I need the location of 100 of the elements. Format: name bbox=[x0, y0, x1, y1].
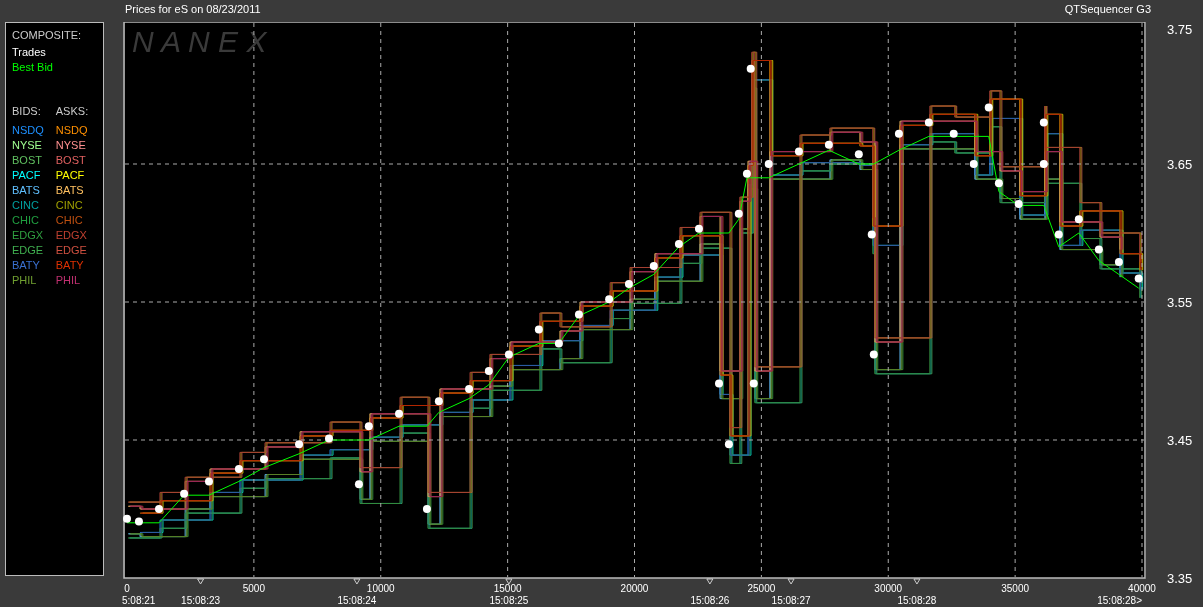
x-tick-label: 40000 bbox=[1128, 583, 1156, 594]
time-label: 15:08:28> bbox=[1097, 595, 1142, 606]
trade-point bbox=[260, 455, 268, 464]
x-tick-label: 10000 bbox=[366, 583, 395, 594]
time-label: 5:08:21 bbox=[122, 595, 156, 606]
logo: N A N E X bbox=[132, 25, 267, 58]
product-name: QTSequencer G3 bbox=[1064, 3, 1151, 17]
trade-point bbox=[295, 440, 304, 449]
triangle-icon bbox=[706, 578, 714, 585]
trade-point bbox=[434, 397, 443, 406]
legend-heading: BIDS: bbox=[12, 105, 42, 117]
trade-point bbox=[1134, 274, 1143, 283]
x-tick-label: 5000 bbox=[242, 583, 265, 594]
trade-point bbox=[1114, 258, 1123, 266]
trade-point bbox=[949, 129, 958, 138]
x-tick-label: 0 bbox=[124, 583, 130, 594]
trade-point bbox=[649, 262, 658, 271]
legend-item: EDGE bbox=[12, 243, 44, 258]
trade-point bbox=[534, 325, 543, 334]
y-tick-label: 3.75 bbox=[1167, 22, 1193, 37]
triangle-icon bbox=[353, 578, 361, 585]
trade-point bbox=[734, 209, 743, 218]
legend-item: CINC bbox=[55, 198, 84, 213]
legend-item: PHIL bbox=[12, 273, 38, 288]
trade-point bbox=[465, 384, 474, 393]
trade-point bbox=[746, 64, 755, 73]
triangle-icon bbox=[505, 578, 513, 585]
trade-point bbox=[554, 339, 563, 348]
legend-heading: ASKS: bbox=[55, 105, 89, 117]
trade-point bbox=[1074, 215, 1083, 224]
triangle-icon bbox=[913, 578, 921, 585]
legend-heading: COMPOSITE: bbox=[12, 29, 83, 41]
trade-point bbox=[715, 379, 723, 388]
trade-point bbox=[154, 505, 163, 513]
legend-item: NYSE bbox=[55, 138, 87, 153]
trade-point bbox=[1014, 200, 1023, 208]
y-tick-label: 3.35 bbox=[1167, 571, 1193, 586]
x-tick-label: 35000 bbox=[1001, 583, 1030, 594]
trade-point bbox=[234, 465, 243, 473]
x-tick-label: 30000 bbox=[874, 583, 903, 594]
trade-point bbox=[354, 480, 363, 489]
legend-item: BATS bbox=[12, 183, 41, 198]
trade-point bbox=[749, 379, 758, 388]
trade-point bbox=[742, 169, 751, 178]
trade-point bbox=[325, 434, 333, 443]
trade-point bbox=[504, 350, 513, 359]
legend-item: EDGX bbox=[12, 228, 44, 243]
trade-point bbox=[724, 440, 733, 449]
legend-item: CHIC bbox=[55, 213, 84, 228]
trade-point bbox=[674, 240, 683, 249]
legend-item: NYSE bbox=[12, 138, 43, 153]
trade-point bbox=[364, 422, 373, 431]
trade-point bbox=[984, 103, 993, 112]
time-label: 15:08:25 bbox=[489, 595, 529, 606]
legend-item: BATY bbox=[12, 258, 41, 273]
time-label: 15:08:23 bbox=[181, 595, 221, 606]
legend-item: BOST bbox=[55, 153, 87, 168]
trade-point bbox=[624, 280, 633, 289]
time-label: 15:08:27 bbox=[771, 595, 811, 606]
trade-point bbox=[867, 230, 876, 239]
trade-point bbox=[994, 179, 1003, 188]
trade-point bbox=[1039, 118, 1048, 127]
trade-point bbox=[969, 160, 978, 168]
trade-point bbox=[794, 147, 803, 156]
legend-item: Trades bbox=[12, 45, 47, 60]
y-tick-label: 3.45 bbox=[1167, 433, 1193, 448]
trade-point bbox=[605, 295, 614, 304]
legend-item: EDGE bbox=[55, 243, 88, 258]
trade-point bbox=[422, 505, 431, 513]
trade-point bbox=[1039, 160, 1048, 168]
trade-point bbox=[134, 517, 143, 526]
legend-item: Best Bid bbox=[12, 60, 54, 75]
trade-point bbox=[574, 310, 583, 319]
trade-point bbox=[123, 514, 131, 523]
trade-point bbox=[824, 140, 833, 149]
legend-item: CINC bbox=[12, 198, 40, 213]
triangle-icon bbox=[787, 578, 795, 585]
trade-point bbox=[924, 118, 933, 127]
legend-item: BATS bbox=[55, 183, 85, 198]
trade-point bbox=[854, 150, 863, 159]
trade-point bbox=[1054, 230, 1063, 239]
time-label: 15:08:26 bbox=[690, 595, 730, 606]
trade-point bbox=[869, 350, 878, 359]
x-tick-label: 20000 bbox=[620, 583, 649, 594]
time-label: 15:08:24 bbox=[337, 595, 377, 606]
legend-item: NSDQ bbox=[55, 123, 89, 138]
trade-point bbox=[484, 367, 493, 375]
trade-point bbox=[694, 224, 703, 233]
x-tick-label: 15000 bbox=[493, 583, 522, 594]
legend-item: PACF bbox=[12, 168, 42, 183]
legend-item: CHIC bbox=[12, 213, 40, 228]
time-label: 15:08:28 bbox=[897, 595, 937, 606]
legend-item: PACF bbox=[55, 168, 86, 183]
trade-point bbox=[894, 129, 903, 138]
trade-point bbox=[180, 489, 189, 498]
chart-title: Prices for eS on 08/23/2011 bbox=[125, 3, 261, 17]
trade-point bbox=[764, 160, 773, 168]
trade-point bbox=[1094, 245, 1103, 254]
triangle-icon bbox=[197, 578, 205, 585]
legend-item: BATY bbox=[55, 258, 85, 273]
